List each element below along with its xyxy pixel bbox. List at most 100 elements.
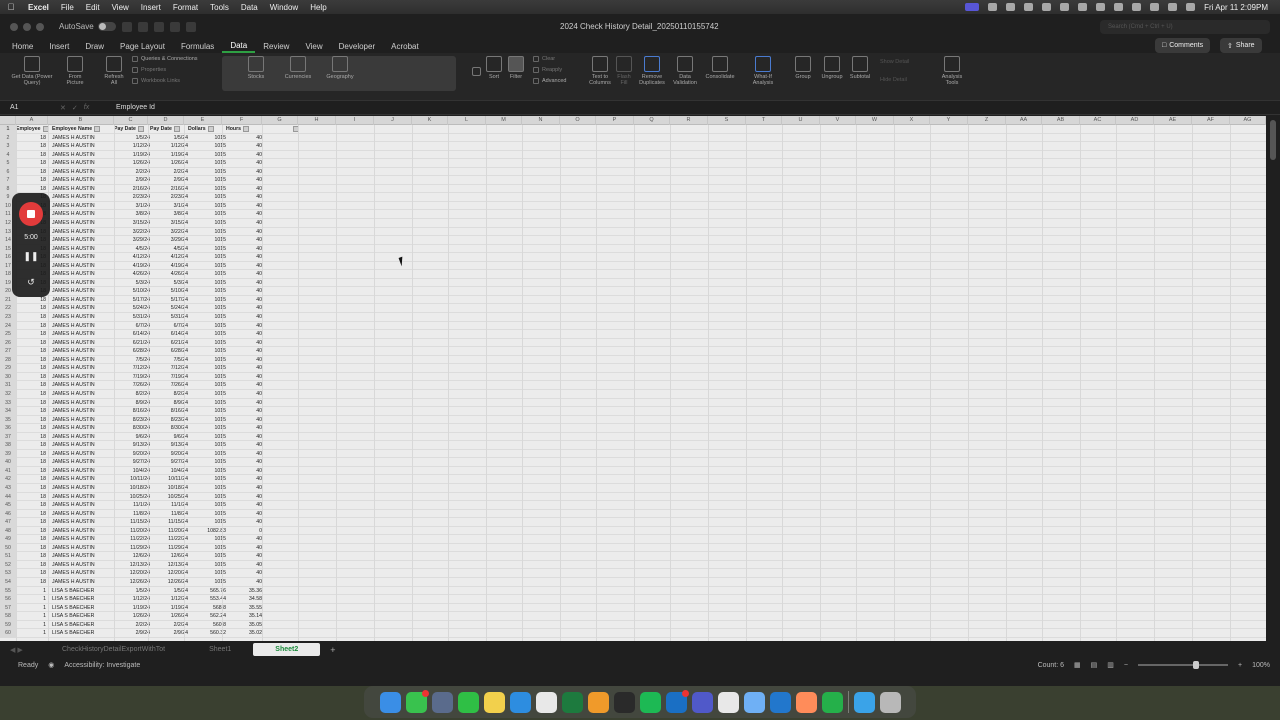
hide-detail-button[interactable]: Hide Detail xyxy=(880,77,907,83)
cell[interactable]: 18 xyxy=(16,381,46,389)
cell[interactable]: 40 xyxy=(226,399,262,407)
cell[interactable]: JAMES H AUSTIN xyxy=(52,193,112,201)
menu-format[interactable]: Format xyxy=(167,3,204,12)
cell[interactable]: 18 xyxy=(16,185,46,193)
cell[interactable]: 40 xyxy=(226,253,262,261)
cell[interactable]: 18 xyxy=(16,407,46,415)
cell[interactable]: 35.55 xyxy=(226,604,262,612)
cell[interactable]: JAMES H AUSTIN xyxy=(52,364,112,372)
cell[interactable]: JAMES H AUSTIN xyxy=(52,416,112,424)
row-number[interactable]: 21 xyxy=(0,295,16,305)
tab-view[interactable]: View xyxy=(297,42,330,51)
cell[interactable]: JAMES H AUSTIN xyxy=(52,270,112,278)
safari-icon[interactable] xyxy=(509,691,531,713)
cell[interactable]: 11/8/24 xyxy=(150,510,188,518)
cell[interactable]: JAMES H AUSTIN xyxy=(52,501,112,509)
cell[interactable]: 10/4/24 xyxy=(114,467,150,475)
cell[interactable]: 40 xyxy=(226,159,262,167)
cell[interactable]: 1015 xyxy=(188,270,226,278)
cell[interactable]: 1015 xyxy=(188,151,226,159)
cell[interactable]: 1015 xyxy=(188,304,226,312)
cell[interactable]: 5/10/24 xyxy=(150,287,188,295)
column-header[interactable]: M xyxy=(486,116,522,125)
cell[interactable]: LISA S BAECHER xyxy=(52,604,112,612)
get-data-button[interactable]: Get Data (Power Query) xyxy=(10,56,54,86)
cell[interactable]: 40 xyxy=(226,185,262,193)
column-header[interactable]: N xyxy=(522,116,560,125)
cell[interactable]: JAMES H AUSTIN xyxy=(52,475,112,483)
cell[interactable]: Pay Date xyxy=(150,125,188,133)
cell[interactable]: 6/14/24 xyxy=(150,330,188,338)
row-number[interactable]: 7 xyxy=(0,176,16,185)
cell[interactable]: JAMES H AUSTIN xyxy=(52,159,112,167)
cell[interactable]: 9/20/24 xyxy=(114,450,150,458)
cell[interactable]: JAMES H AUSTIN xyxy=(52,176,112,184)
cell[interactable]: 1015 xyxy=(188,433,226,441)
cell[interactable]: 1015 xyxy=(188,493,226,501)
menu-data[interactable]: Data xyxy=(235,3,264,12)
filter-button[interactable]: Filter xyxy=(506,56,526,80)
tab-review[interactable]: Review xyxy=(255,42,297,51)
cloud-icon[interactable] xyxy=(988,3,998,11)
customize-toolbar-icon[interactable] xyxy=(185,21,196,32)
cell[interactable]: 9/13/24 xyxy=(114,441,150,449)
cell[interactable]: JAMES H AUSTIN xyxy=(52,236,112,244)
cell[interactable]: 35.36 xyxy=(226,587,262,595)
cell[interactable]: 40 xyxy=(226,287,262,295)
row-number[interactable]: 26 xyxy=(0,338,16,348)
cell[interactable]: 1015 xyxy=(188,501,226,509)
cell[interactable]: 8/16/24 xyxy=(114,407,150,415)
tab-acrobat[interactable]: Acrobat xyxy=(383,42,427,51)
cell[interactable]: 3/1/24 xyxy=(114,202,150,210)
cell[interactable]: 40 xyxy=(226,569,262,577)
cell[interactable]: 8/9/24 xyxy=(150,399,188,407)
menu-app[interactable]: Excel xyxy=(22,3,55,12)
cell[interactable]: 18 xyxy=(16,450,46,458)
cell[interactable]: 1/12/24 xyxy=(150,142,188,150)
cell[interactable]: 1/19/24 xyxy=(150,604,188,612)
cell[interactable]: 18 xyxy=(16,347,46,355)
cell[interactable]: 18 xyxy=(16,159,46,167)
row-number[interactable]: 27 xyxy=(0,347,16,356)
cell[interactable]: 8/30/24 xyxy=(114,424,150,432)
cell[interactable]: 18 xyxy=(16,304,46,312)
remove-duplicates-button[interactable]: Remove Duplicates xyxy=(635,56,669,86)
cell[interactable]: 34.58 xyxy=(226,595,262,603)
cell[interactable]: LISA S BAECHER xyxy=(52,612,112,620)
cell[interactable]: JAMES H AUSTIN xyxy=(52,552,112,560)
cell[interactable]: 10/18/24 xyxy=(150,484,188,492)
cell[interactable]: 1 xyxy=(16,595,46,603)
cell[interactable]: 1/26/24 xyxy=(114,159,150,167)
screen-record-status-icon[interactable] xyxy=(965,3,980,11)
sheet-tab-sheet2[interactable]: Sheet2 xyxy=(253,643,321,656)
cell[interactable]: 3/29/24 xyxy=(150,236,188,244)
cell[interactable]: 1015 xyxy=(188,364,226,372)
sheet-tab-export[interactable]: CheckHistoryDetailExportWithTot xyxy=(40,646,187,653)
cell[interactable]: JAMES H AUSTIN xyxy=(52,373,112,381)
row-number[interactable]: 51 xyxy=(0,552,16,561)
notes-icon[interactable] xyxy=(483,691,505,713)
cell[interactable]: 40 xyxy=(226,518,262,526)
column-header[interactable]: AB xyxy=(1042,116,1080,125)
outlook-icon[interactable] xyxy=(665,689,689,713)
cell[interactable]: 40 xyxy=(226,304,262,312)
row-number[interactable]: 45 xyxy=(0,501,16,510)
cell[interactable]: 40 xyxy=(226,535,262,543)
filter-dropdown-icon[interactable] xyxy=(94,125,101,132)
home-icon[interactable] xyxy=(121,21,132,32)
column-header[interactable]: AE xyxy=(1154,116,1192,125)
row-number[interactable]: 60 xyxy=(0,629,16,638)
cell[interactable]: 3/29/24 xyxy=(114,236,150,244)
cell[interactable]: 12/26/24 xyxy=(150,578,188,586)
column-header[interactable]: B xyxy=(48,116,114,125)
cell[interactable]: 5/24/24 xyxy=(150,304,188,312)
cell[interactable]: Pay Date xyxy=(114,125,150,133)
tab-formulas[interactable]: Formulas xyxy=(173,42,222,51)
cell[interactable]: JAMES H AUSTIN xyxy=(52,245,112,253)
cell[interactable]: 40 xyxy=(226,458,262,466)
accessibility-status[interactable]: Accessibility: Investigate xyxy=(64,662,140,669)
cell[interactable]: 7/5/24 xyxy=(114,356,150,364)
cell[interactable]: 1015 xyxy=(188,253,226,261)
cell[interactable]: 1015 xyxy=(188,245,226,253)
clear-filter-button[interactable]: Clear xyxy=(533,56,555,62)
